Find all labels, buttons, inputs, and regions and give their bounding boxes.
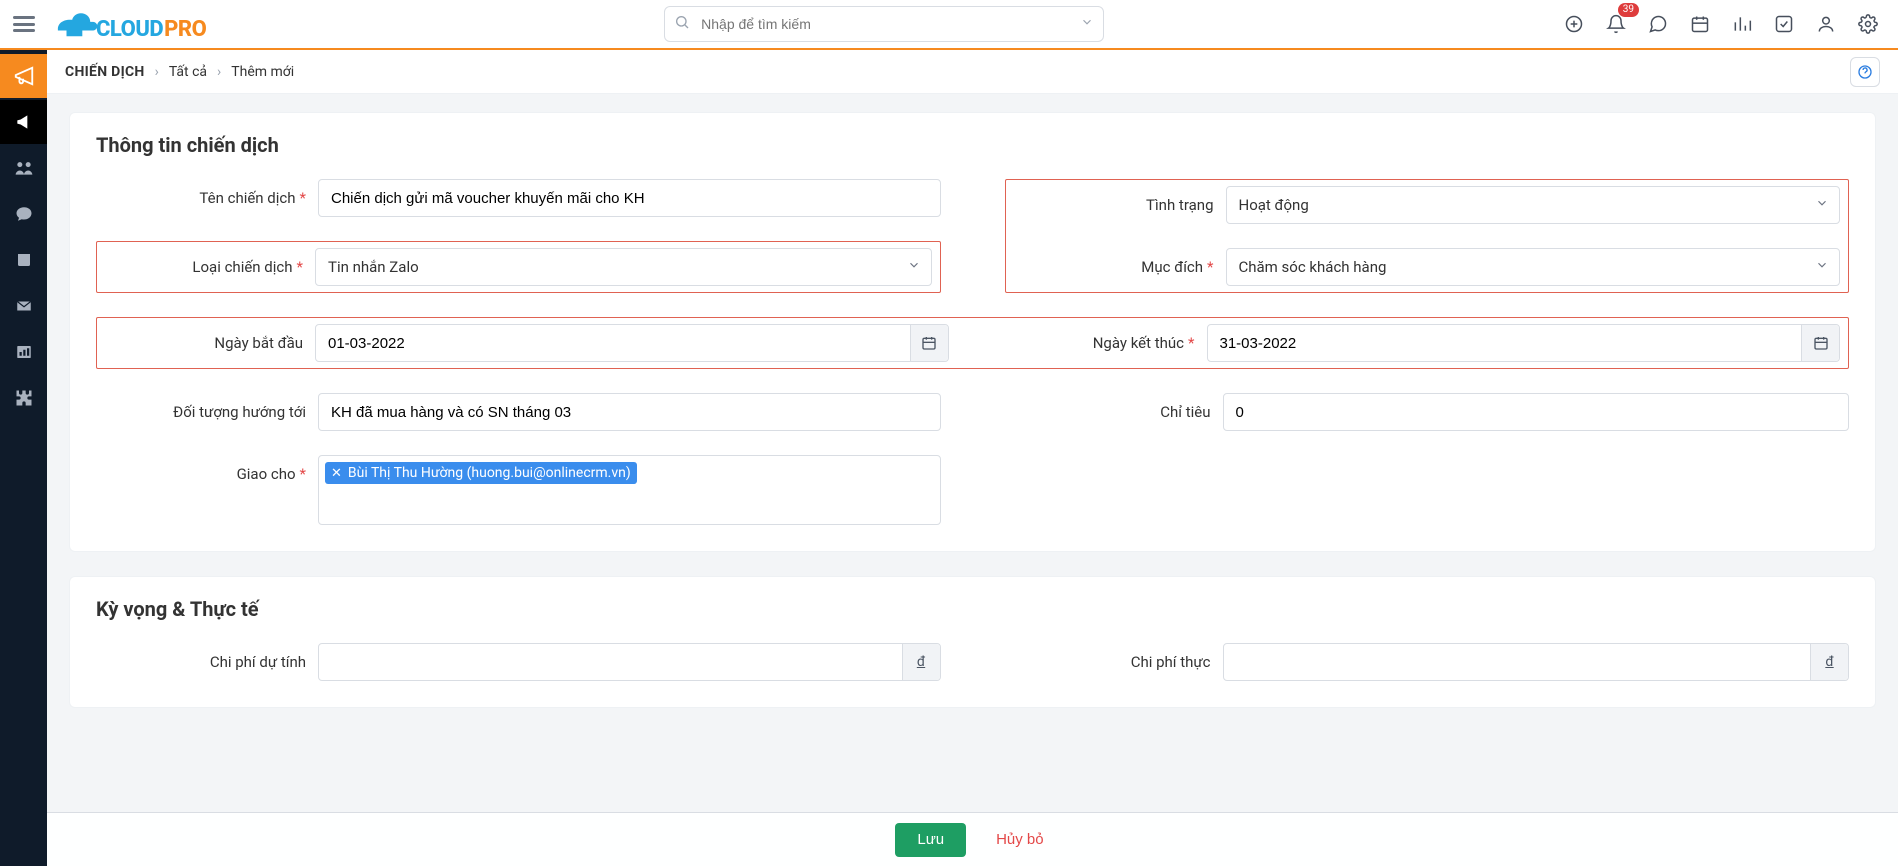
campaign-type-select[interactable]: Tin nhắn Zalo [315, 248, 932, 286]
label-target: Đối tượng hướng tới [96, 393, 306, 421]
chart-icon[interactable] [1730, 12, 1754, 36]
menu-toggle-button[interactable] [0, 0, 47, 49]
chevron-down-icon [1815, 258, 1829, 276]
add-icon[interactable] [1562, 12, 1586, 36]
chat-icon[interactable] [1646, 12, 1670, 36]
est-cost-input[interactable]: đ [318, 643, 941, 681]
status-select[interactable]: Hoạt động [1226, 186, 1841, 224]
section-title: Kỳ vọng & Thực tế [96, 597, 1849, 621]
global-search [664, 6, 1104, 42]
cancel-button[interactable]: Hủy bỏ [990, 830, 1050, 849]
calendar-icon[interactable] [910, 325, 948, 361]
panel-expectation: Kỳ vọng & Thực tế Chi phí dự tính đ Chi … [69, 576, 1876, 708]
help-icon[interactable] [1850, 57, 1880, 87]
breadcrumb-module[interactable]: CHIẾN DỊCH [65, 64, 145, 80]
assign-to-input[interactable]: ✕ Bùi Thị Thu Hường (huong.bui@onlinecrm… [318, 455, 941, 525]
breadcrumb-current: Thêm mới [231, 64, 294, 80]
search-input[interactable] [664, 6, 1104, 42]
sidebar-item-docs[interactable] [0, 238, 47, 282]
user-icon[interactable] [1814, 12, 1838, 36]
sidebar [0, 50, 47, 866]
panel-campaign-info: Thông tin chiến dịch Tên chiến dịch* [69, 112, 1876, 552]
label-est-cost: Chi phí dự tính [96, 643, 306, 671]
chevron-right-icon: › [155, 64, 159, 80]
top-action-bar: 39 [1562, 12, 1880, 36]
label-campaign-type: Loại chiến dịch* [105, 248, 303, 276]
calendar-icon[interactable] [1688, 12, 1712, 36]
label-act-cost: Chi phí thực [1005, 643, 1211, 671]
target-input[interactable] [318, 393, 941, 431]
topbar: CLOUDPRO 39 [0, 0, 1898, 50]
campaign-name-input[interactable] [318, 179, 941, 217]
sidebar-item-campaign[interactable] [0, 54, 47, 98]
act-cost-input[interactable]: đ [1223, 643, 1850, 681]
sidebar-item-mail[interactable] [0, 284, 47, 328]
label-purpose: Mục đích* [1014, 248, 1214, 276]
save-button[interactable]: Lưu [895, 823, 966, 857]
footer-action-bar: Lưu Hủy bỏ [47, 812, 1898, 866]
sidebar-item-chat[interactable] [0, 192, 47, 236]
assignee-tag[interactable]: ✕ Bùi Thị Thu Hường (huong.bui@onlinecrm… [325, 462, 637, 484]
section-title: Thông tin chiến dịch [96, 133, 1849, 157]
metric-input[interactable] [1223, 393, 1850, 431]
purpose-select[interactable]: Chăm sóc khách hàng [1226, 248, 1841, 286]
notification-badge: 39 [1618, 3, 1639, 17]
currency-unit: đ [902, 644, 940, 680]
search-icon [674, 14, 690, 34]
task-check-icon[interactable] [1772, 12, 1796, 36]
label-status: Tình trạng [1014, 186, 1214, 214]
chevron-down-icon [1815, 196, 1829, 214]
chevron-down-icon [907, 258, 921, 276]
sidebar-item-announce[interactable] [0, 100, 47, 144]
start-date-input[interactable] [315, 324, 949, 362]
sidebar-item-report[interactable] [0, 330, 47, 374]
app-logo[interactable]: CLOUDPRO [47, 7, 206, 41]
label-campaign-name: Tên chiến dịch* [96, 179, 306, 207]
label-start-date: Ngày bắt đầu [105, 324, 303, 352]
gear-icon[interactable] [1856, 12, 1880, 36]
currency-unit: đ [1810, 644, 1848, 680]
remove-tag-icon[interactable]: ✕ [331, 466, 342, 481]
label-end-date: Ngày kết thúc* [997, 324, 1195, 352]
breadcrumb: CHIẾN DỊCH › Tất cả › Thêm mới [47, 50, 1898, 94]
calendar-icon[interactable] [1801, 325, 1839, 361]
label-metric: Chỉ tiêu [1005, 393, 1211, 421]
end-date-input[interactable] [1207, 324, 1841, 362]
sidebar-item-puzzle[interactable] [0, 376, 47, 420]
chevron-down-icon[interactable] [1080, 15, 1094, 33]
breadcrumb-all[interactable]: Tất cả [169, 64, 207, 80]
chevron-right-icon: › [217, 64, 221, 80]
label-assign: Giao cho* [96, 455, 306, 483]
bell-icon[interactable]: 39 [1604, 12, 1628, 36]
sidebar-item-contacts[interactable] [0, 146, 47, 190]
